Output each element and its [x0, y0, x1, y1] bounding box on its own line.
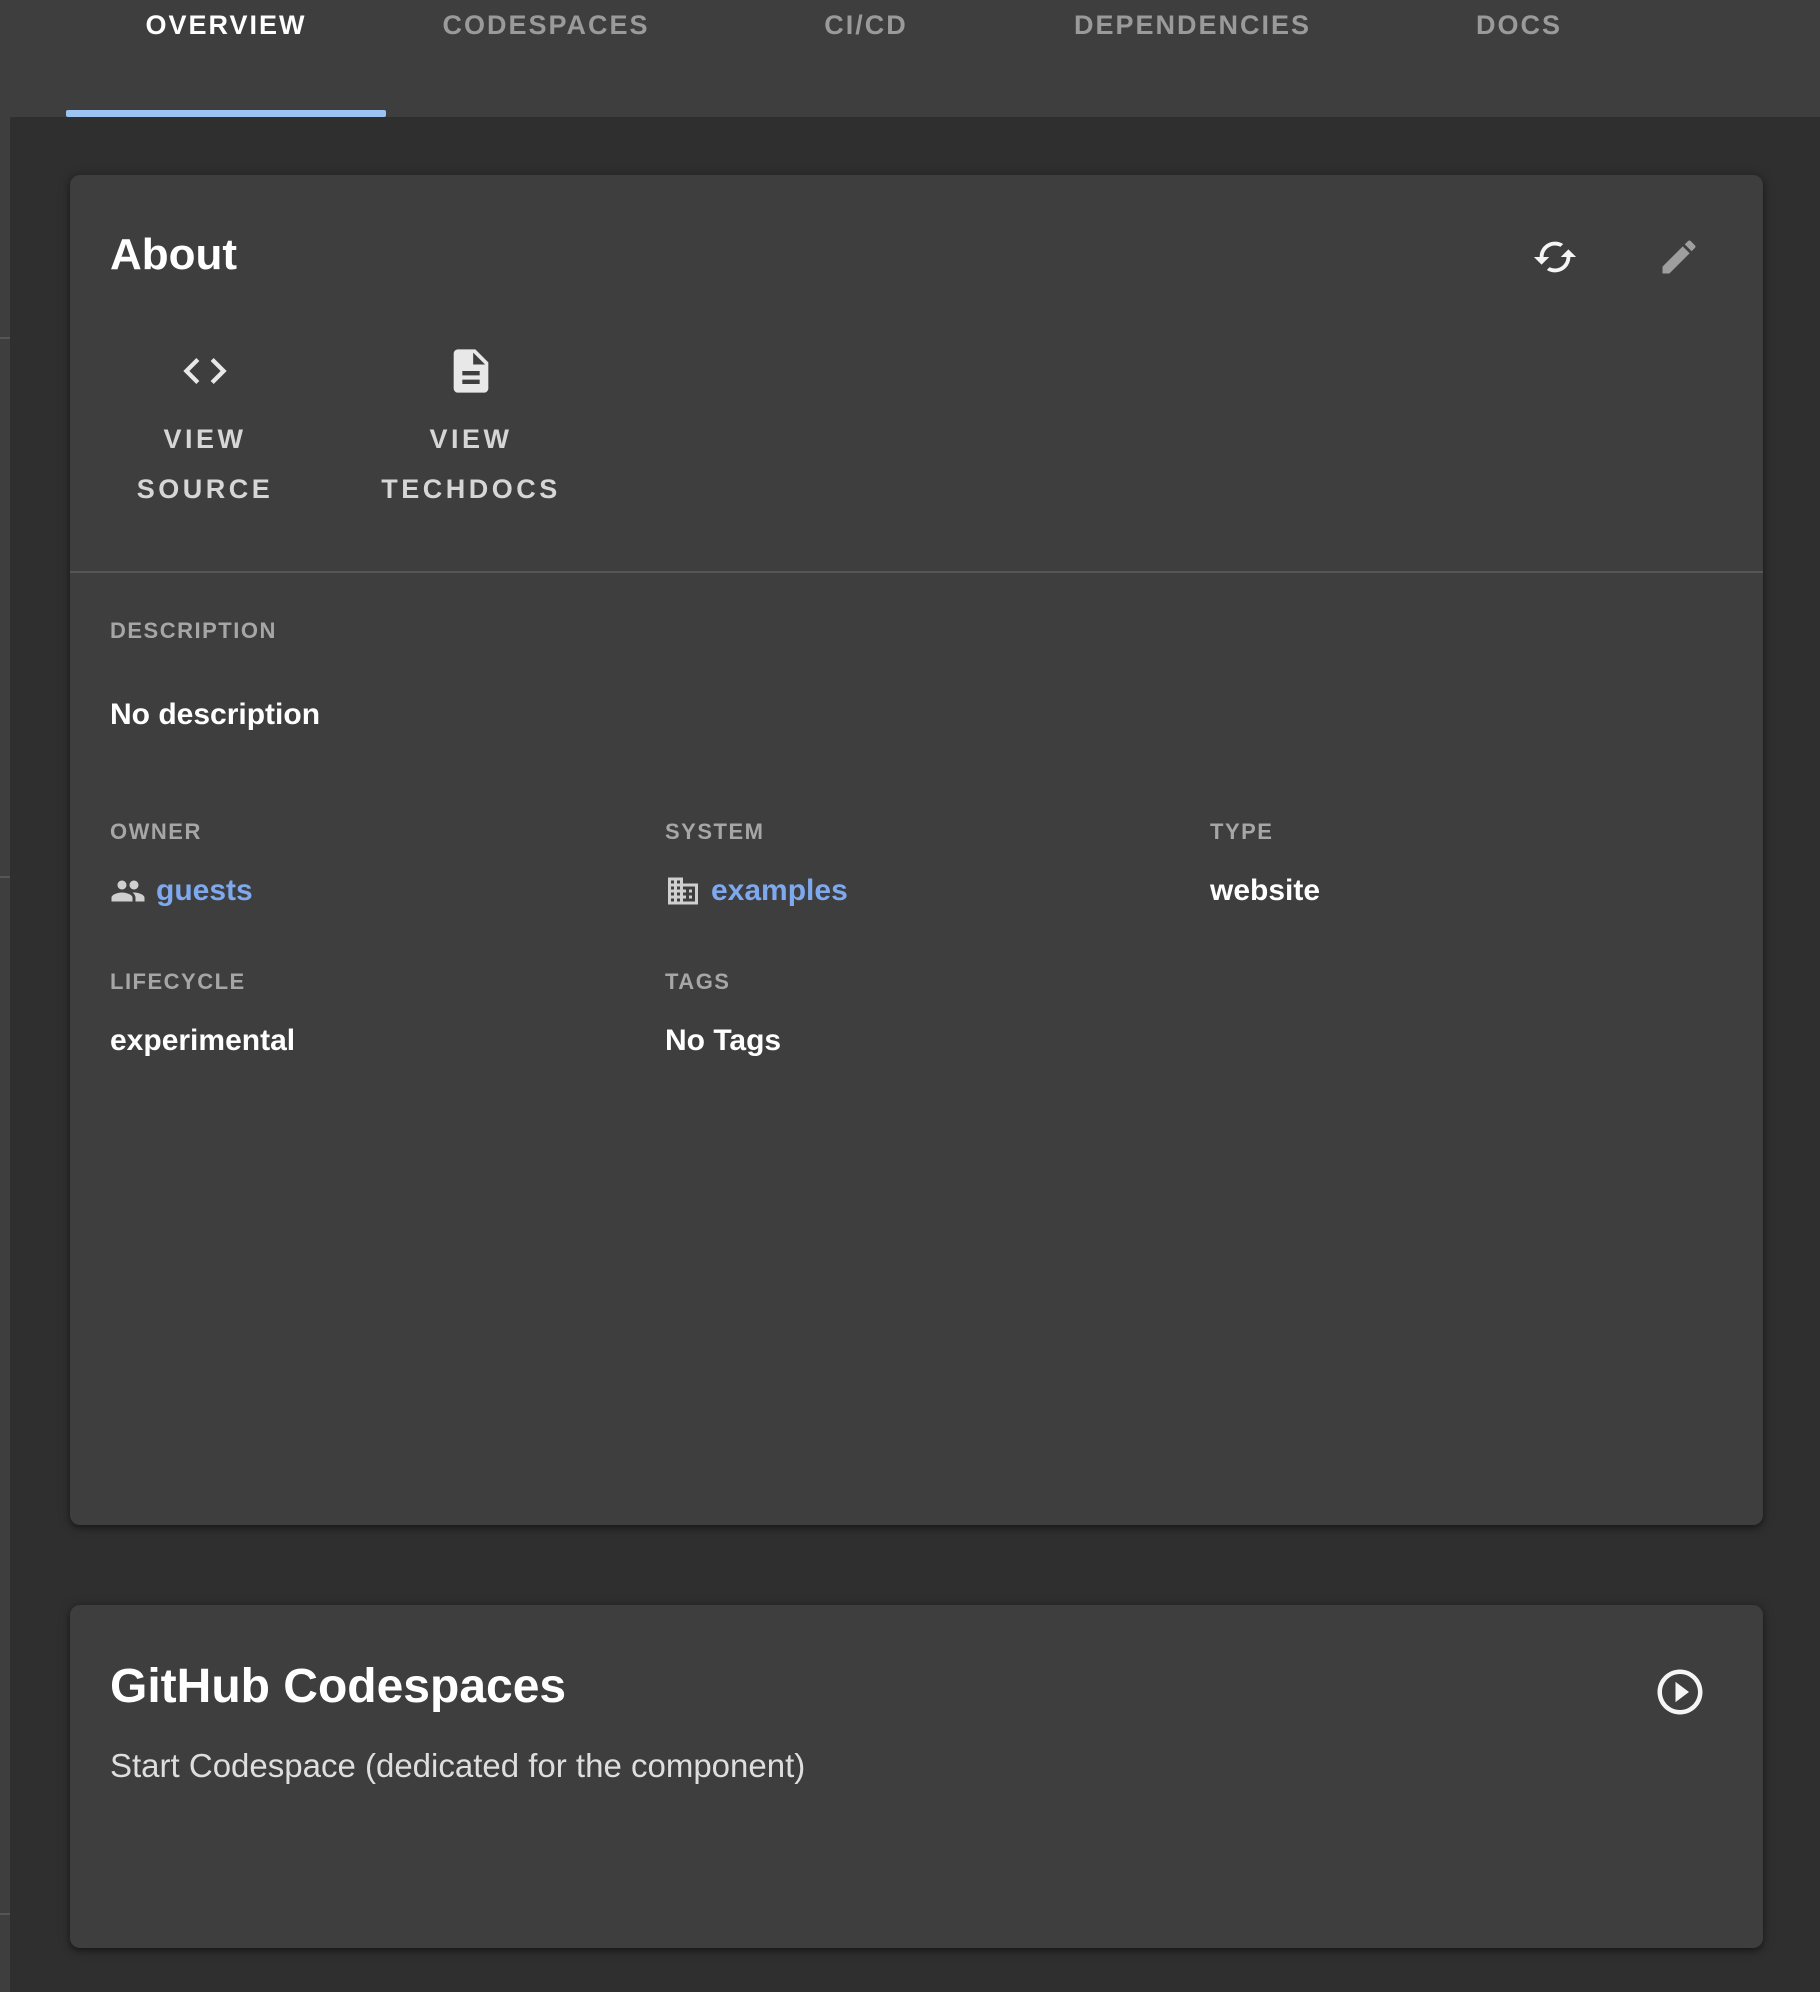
tab-label: OVERVIEW — [145, 10, 306, 41]
tab-overview[interactable]: OVERVIEW — [66, 0, 386, 117]
view-source-button[interactable]: VIEW SOURCE — [110, 343, 300, 515]
system-field: SYSTEM examples — [665, 819, 1210, 909]
tags-value: No Tags — [665, 1023, 1210, 1059]
type-field: TYPE website — [1210, 819, 1723, 909]
system-link[interactable]: examples — [711, 873, 848, 909]
lifecycle-field: LIFECYCLE experimental — [110, 969, 665, 1059]
refresh-icon — [1532, 234, 1578, 280]
sidebar-divider — [0, 876, 10, 878]
code-icon — [179, 343, 231, 399]
sidebar-divider — [0, 1913, 10, 1915]
tab-codespaces[interactable]: CODESPACES — [386, 0, 706, 117]
tab-ci-cd[interactable]: CI/CD — [706, 0, 1026, 117]
entity-overview-page: OVERVIEW CODESPACES CI/CD DEPENDENCIES D… — [0, 0, 1820, 1992]
owner-link[interactable]: guests — [156, 873, 253, 909]
play-circle-icon — [1653, 1665, 1707, 1719]
entity-tab-bar: OVERVIEW CODESPACES CI/CD DEPENDENCIES D… — [0, 0, 1820, 117]
tab-label: CI/CD — [824, 10, 908, 41]
tags-label: TAGS — [665, 969, 1210, 995]
lifecycle-label: LIFECYCLE — [110, 969, 665, 995]
codespaces-card-subtitle: Start Codespace (dedicated for the compo… — [110, 1746, 1707, 1786]
tags-field: TAGS No Tags — [665, 969, 1210, 1059]
about-card-title: About — [110, 231, 1723, 279]
tab-docs[interactable]: DOCS — [1359, 0, 1679, 117]
type-label: TYPE — [1210, 819, 1723, 845]
about-card-actions — [1531, 233, 1703, 281]
tab-label: CODESPACES — [442, 10, 649, 41]
codespaces-card: GitHub Codespaces Start Codespace (dedic… — [70, 1605, 1763, 1948]
lifecycle-value: experimental — [110, 1023, 665, 1059]
description-field: DESCRIPTION No description — [110, 618, 1723, 732]
about-card: About — [70, 175, 1763, 1525]
description-label: DESCRIPTION — [110, 618, 1723, 644]
tab-label: DEPENDENCIES — [1074, 10, 1311, 41]
view-techdocs-label: VIEW TECHDOCS — [356, 415, 586, 515]
type-value: website — [1210, 873, 1723, 909]
view-source-label: VIEW SOURCE — [110, 415, 300, 515]
sidebar-divider — [0, 337, 10, 339]
document-icon — [445, 343, 497, 399]
owner-field: OWNER guests — [110, 819, 665, 909]
about-card-links: VIEW SOURCE VIEW TECHDOCS — [70, 343, 1763, 515]
refresh-button[interactable] — [1531, 233, 1579, 281]
tab-label: DOCS — [1476, 10, 1562, 41]
owner-label: OWNER — [110, 819, 665, 845]
edit-button[interactable] — [1655, 233, 1703, 281]
active-tab-indicator — [66, 110, 386, 117]
start-codespace-button[interactable] — [1653, 1665, 1707, 1719]
domain-icon — [665, 873, 701, 909]
tab-dependencies[interactable]: DEPENDENCIES — [1026, 0, 1359, 117]
codespaces-card-title: GitHub Codespaces — [110, 1661, 1707, 1714]
system-label: SYSTEM — [665, 819, 1210, 845]
edit-icon — [1657, 235, 1701, 279]
description-value: No description — [110, 697, 1723, 733]
left-sidebar-edge — [0, 117, 10, 1992]
group-icon — [110, 873, 146, 909]
view-techdocs-button[interactable]: VIEW TECHDOCS — [356, 343, 586, 515]
